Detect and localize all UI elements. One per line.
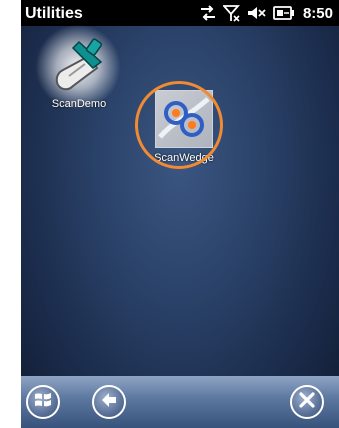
- battery-icon: [273, 6, 295, 20]
- device-screen: Utilities 8:50 ScanWedge: [21, 0, 339, 428]
- back-icon: [99, 390, 119, 415]
- app-title: Utilities: [25, 5, 83, 22]
- highlight-circle: [135, 81, 223, 169]
- data-transfer-icon: [199, 5, 217, 21]
- scanner-icon: [35, 24, 121, 110]
- bottom-taskbar: [21, 376, 339, 428]
- close-button[interactable]: [290, 385, 324, 419]
- no-signal-icon: [222, 4, 241, 22]
- back-button[interactable]: [92, 385, 126, 419]
- status-bar: Utilities 8:50: [21, 0, 339, 26]
- close-icon: [297, 390, 317, 415]
- status-icons: 8:50: [199, 3, 333, 23]
- speaker-muted-icon: [247, 5, 267, 21]
- start-button[interactable]: [26, 385, 60, 419]
- scandemo-shortcut[interactable]: ScanDemo: [35, 24, 121, 110]
- start-icon: [33, 390, 53, 415]
- clock: 8:50: [302, 4, 333, 22]
